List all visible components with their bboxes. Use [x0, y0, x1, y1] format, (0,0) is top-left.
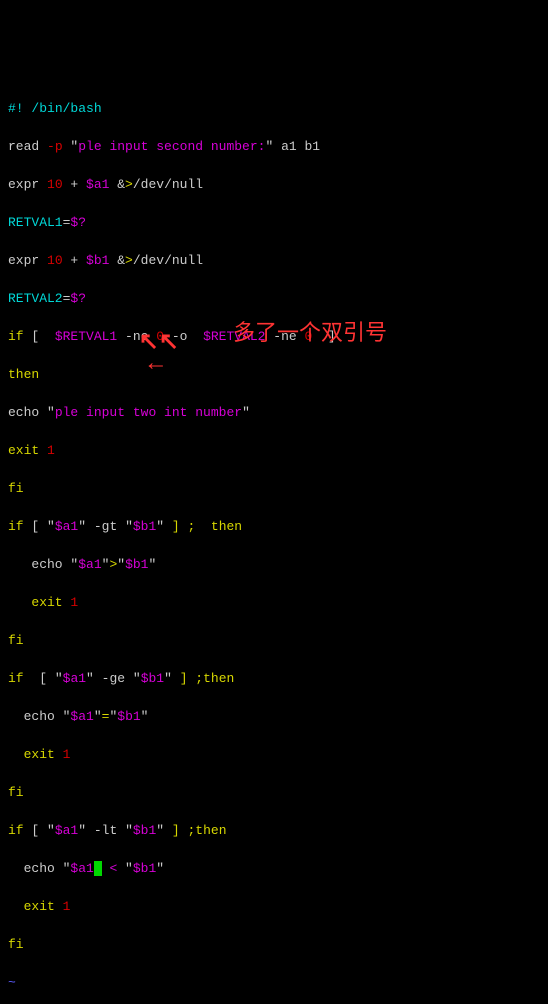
code-line: echo "$a1"="$b1" [8, 707, 540, 726]
code-line: if [ "$a1" -ge "$b1" ] ;then [8, 669, 540, 688]
shebang-hash: #! [8, 101, 24, 116]
code-line: echo "$a1">"$b1" [8, 555, 540, 574]
code-line: exit 1 [8, 593, 540, 612]
code-line: echo "$a1 < "$b1" [8, 859, 540, 878]
code-line: expr 10 + $b1 &>/dev/null [8, 251, 540, 270]
code-line: if [ $RETVAL1 -ne 0 -o $RETVAL2 -ne 0 ] [8, 327, 540, 346]
code-line: RETVAL1=$? [8, 213, 540, 232]
code-line: then [8, 365, 540, 384]
shebang-path: /bin/bash [24, 101, 102, 116]
cursor [94, 861, 102, 876]
code-editor[interactable]: #! /bin/bash read -p "ple input second n… [8, 80, 540, 1004]
code-line: fi [8, 631, 540, 650]
code-line: echo "ple input two int number" [8, 403, 540, 422]
code-line: exit 1 [8, 441, 540, 460]
code-line: fi [8, 783, 540, 802]
code-line: RETVAL2=$? [8, 289, 540, 308]
code-line: if [ "$a1" -lt "$b1" ] ;then [8, 821, 540, 840]
code-line: read -p "ple input second number:" a1 b1 [8, 137, 540, 156]
code-line: expr 10 + $a1 &>/dev/null [8, 175, 540, 194]
code-line: fi [8, 479, 540, 498]
empty-line-tilde: ~ [8, 973, 540, 992]
code-line: exit 1 [8, 897, 540, 916]
code-line: if [ "$a1" -gt "$b1" ] ; then [8, 517, 540, 536]
code-line: exit 1 [8, 745, 540, 764]
code-line: #! /bin/bash [8, 99, 540, 118]
code-line: fi [8, 935, 540, 954]
